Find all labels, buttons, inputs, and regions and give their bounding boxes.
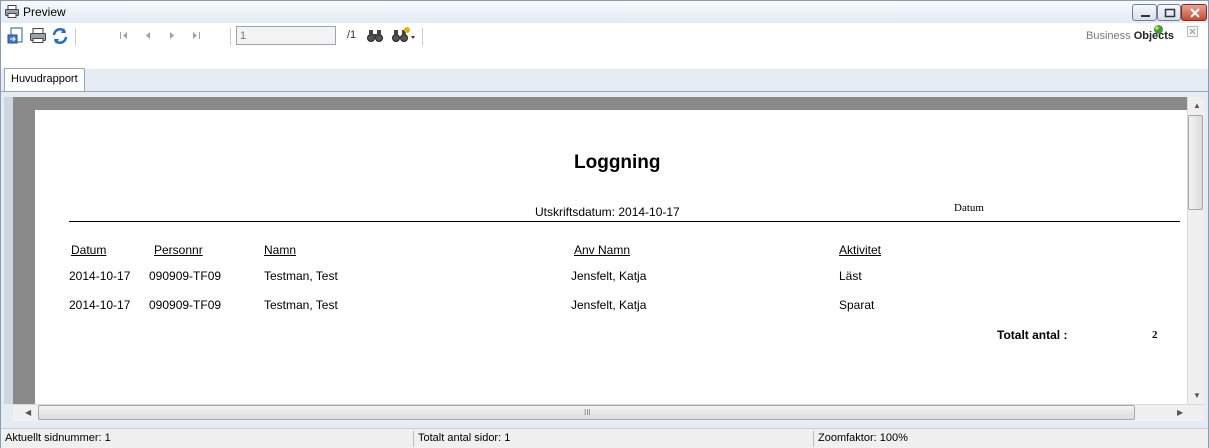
- header-divider: [69, 221, 1180, 222]
- column-header-personnr: Personnr: [154, 243, 203, 257]
- cell-personnr: 090909-TF09: [149, 298, 222, 312]
- scroll-left-arrow-icon[interactable]: ◀: [25, 408, 31, 417]
- print-date: Utskriftsdatum: 2014-10-17: [535, 205, 680, 219]
- minimize-icon: [1141, 15, 1150, 17]
- close-button[interactable]: [1181, 4, 1207, 21]
- cell-anv-namn: Jensfelt, Katja: [571, 298, 647, 312]
- report-viewport: Loggning Utskriftsdatum: 2014-10-17 Datu…: [13, 97, 1187, 404]
- status-separator: [413, 431, 414, 447]
- status-current-page: Aktuellt sidnummer: 1: [5, 432, 111, 444]
- report-page: Loggning Utskriftsdatum: 2014-10-17 Datu…: [35, 110, 1187, 404]
- close-tab-icon[interactable]: [1187, 26, 1198, 37]
- print-icon: [30, 28, 46, 43]
- binoculars-icon: [367, 30, 383, 42]
- logo-dot-icon: [1153, 24, 1164, 35]
- toolbar-separator: [230, 28, 231, 46]
- search-dropdown-button[interactable]: [390, 26, 415, 46]
- cell-anv-namn: Jensfelt, Katja: [571, 269, 647, 283]
- first-page-button[interactable]: [114, 26, 134, 46]
- printer-icon: [5, 5, 19, 18]
- column-header-datum: Datum: [71, 243, 107, 257]
- close-icon: [1190, 8, 1200, 18]
- datum-label: Datum: [954, 202, 984, 214]
- cell-namn: Testman, Test: [264, 269, 338, 283]
- status-bar: Aktuellt sidnummer: 1 Totalt antal sidor…: [1, 428, 1208, 448]
- binoculars-dropdown-icon: [392, 27, 415, 42]
- first-page-icon: [120, 32, 127, 39]
- refresh-icon: [52, 28, 68, 44]
- maximize-button[interactable]: [1157, 4, 1181, 21]
- scroll-down-arrow-icon[interactable]: ▼: [1193, 391, 1201, 400]
- cell-datum: 2014-10-17: [69, 298, 131, 312]
- find-button[interactable]: [365, 26, 385, 46]
- toolbar-separator: [422, 28, 423, 46]
- title-bar: Preview: [1, 1, 1208, 23]
- tab-huvudrapport[interactable]: Huvudrapport: [4, 68, 85, 92]
- status-zoom: Zoomfaktor: 100%: [818, 432, 908, 444]
- column-header-anv-namn: Anv Namn: [574, 243, 631, 257]
- window-title: Preview: [23, 5, 66, 19]
- cell-aktivitet: Läst: [839, 269, 862, 283]
- export-button[interactable]: [6, 26, 26, 46]
- report-title: Loggning: [574, 152, 661, 173]
- cell-datum: 2014-10-17: [69, 269, 131, 283]
- scroll-up-arrow-icon[interactable]: ▲: [1193, 101, 1201, 110]
- left-border-bar: [4, 97, 13, 404]
- cell-namn: Testman, Test: [264, 298, 338, 312]
- page-number-input[interactable]: [236, 26, 336, 45]
- page-total-label: /1: [347, 29, 357, 41]
- column-header-namn: Namn: [264, 243, 297, 257]
- scroll-grip-icon: III: [584, 408, 591, 417]
- export-icon: [7, 27, 23, 44]
- previous-page-button[interactable]: [138, 26, 158, 46]
- vertical-scroll-thumb[interactable]: [1188, 115, 1203, 210]
- refresh-button[interactable]: [50, 26, 70, 46]
- column-header-aktivitet: Aktivitet: [839, 243, 882, 257]
- next-page-button[interactable]: [162, 26, 182, 46]
- preview-window: Preview 1 /1 Business Objects Huvudrappo…: [0, 0, 1209, 448]
- toolbar: /1 Business Objects: [1, 23, 1208, 69]
- total-value: 2: [1152, 329, 1158, 341]
- cell-aktivitet: Sparat: [839, 298, 875, 312]
- total-label: Totalt antal :: [997, 328, 1068, 342]
- last-page-button[interactable]: [186, 26, 206, 46]
- print-button[interactable]: [28, 26, 48, 46]
- logo-prefix-text: Business: [1086, 30, 1134, 42]
- toolbar-separator: [75, 28, 76, 46]
- last-page-icon: [193, 32, 200, 39]
- cell-personnr: 090909-TF09: [149, 269, 222, 283]
- previous-page-icon: [146, 32, 150, 39]
- tab-underline: [1, 91, 1208, 92]
- status-total-pages: Totalt antal sidor: 1: [418, 432, 511, 444]
- next-page-icon: [170, 32, 174, 39]
- scroll-right-arrow-icon[interactable]: ▶: [1177, 408, 1183, 417]
- maximize-icon: [1164, 8, 1176, 18]
- status-separator: [813, 431, 814, 447]
- minimize-button[interactable]: [1132, 4, 1157, 21]
